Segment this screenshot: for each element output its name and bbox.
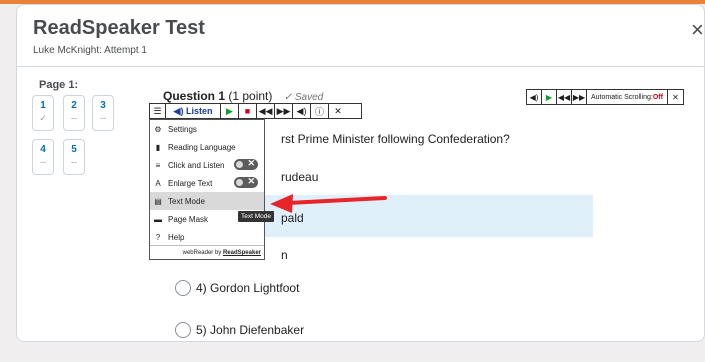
red-arrow-annotation — [270, 194, 387, 213]
